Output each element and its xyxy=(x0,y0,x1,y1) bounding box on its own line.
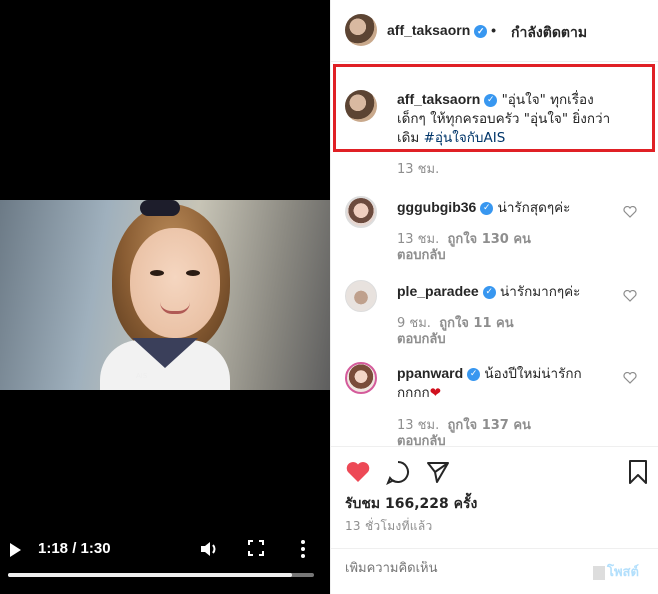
video-subject-bow xyxy=(140,200,180,216)
video-progress-bar[interactable] xyxy=(8,573,314,577)
avatar[interactable] xyxy=(345,362,377,394)
comment-icon[interactable] xyxy=(385,459,411,485)
avatar[interactable] xyxy=(345,14,377,46)
comment-body: น่ารักสุดๆค่ะ xyxy=(497,200,571,216)
hashtag-link[interactable]: #อุ่นใจกับAIS xyxy=(424,130,506,146)
save-bookmark-icon[interactable] xyxy=(625,459,651,485)
comment-likes[interactable]: ถูกใจ 130 คน xyxy=(447,232,530,247)
avatar[interactable] xyxy=(345,280,377,312)
comment-likes[interactable]: ถูกใจ 137 คน xyxy=(447,418,530,433)
comment-body: น่ารักมากๆค่ะ xyxy=(500,284,581,300)
avatar[interactable] xyxy=(345,196,377,228)
video-controls: 1:18 / 1:30 xyxy=(0,536,330,566)
post-header: aff_taksaorn ✓ • กำลังติดตาม xyxy=(331,0,658,62)
view-count[interactable]: รับชม 166,228 ครั้ง xyxy=(345,493,477,515)
username-text[interactable]: aff_taksaorn xyxy=(387,22,470,38)
comment-text: ple_paradee ✓ น่ารักมากๆค่ะ xyxy=(397,282,617,302)
caption-line-1: "อุ่นใจ" ทุกเรื่อง xyxy=(501,92,594,108)
comment-likes[interactable]: ถูกใจ 11 คน xyxy=(439,316,513,331)
video-subject-eye xyxy=(150,270,164,276)
video-progress-fill xyxy=(8,573,292,577)
comment-input[interactable] xyxy=(345,561,585,576)
emoji-icon[interactable] xyxy=(593,565,605,580)
comment-username[interactable]: ple_paradee xyxy=(397,283,479,299)
video-frame[interactable]: AIS xyxy=(0,200,330,390)
post-button-label: โพสต์ xyxy=(607,565,639,580)
post-side-panel: aff_taksaorn ✓ • กำลังติดตาม aff_taksaorn… xyxy=(330,0,658,594)
comment-text: gggubgib36 ✓ น่ารักสุดๆค่ะ xyxy=(397,198,617,218)
post-button[interactable]: โพสต์ xyxy=(593,561,639,582)
comment-username[interactable]: ppanward xyxy=(397,365,463,381)
video-subject-face xyxy=(130,228,220,338)
play-icon[interactable] xyxy=(10,543,21,557)
share-icon[interactable] xyxy=(425,459,451,485)
video-player[interactable]: AIS 1:18 / 1:30 xyxy=(0,0,330,594)
video-time: 1:18 / 1:30 xyxy=(38,540,111,557)
comment-username[interactable]: gggubgib36 xyxy=(397,199,476,215)
comment-text: ppanward ✓ น้องปีใหม่น่ารักก กกกก❤ xyxy=(397,364,617,403)
following-button[interactable]: กำลังติดตาม xyxy=(511,22,587,44)
caption-time: 13 ชม. xyxy=(397,162,440,177)
header-username[interactable]: aff_taksaorn ✓ • xyxy=(387,22,496,38)
verified-badge-icon: ✓ xyxy=(482,285,496,299)
comment-like-icon[interactable] xyxy=(623,290,637,302)
comment-like-icon[interactable] xyxy=(623,206,637,218)
reply-button[interactable]: ตอบกลับ xyxy=(397,328,446,349)
reply-button[interactable]: ตอบกลับ xyxy=(397,244,446,265)
add-comment-bar: โพสต์ xyxy=(331,548,658,594)
post-timestamp: 13 ชั่วโมงที่แล้ว xyxy=(345,519,433,533)
fullscreen-icon[interactable] xyxy=(248,540,264,556)
caption-line-2: เด็กๆ ให้ทุกครอบครัว "อุ่นใจ" ยิ่งกว่า xyxy=(397,111,611,127)
comment-like-icon[interactable] xyxy=(623,372,637,384)
separator-dot: • xyxy=(491,22,497,38)
red-heart-emoji-icon: ❤ xyxy=(429,385,442,401)
verified-badge-icon: ✓ xyxy=(484,93,498,107)
caption-line-3: เดิม xyxy=(397,130,424,146)
more-options-icon[interactable] xyxy=(300,540,306,558)
caption-text: aff_taksaorn ✓ "อุ่นใจ" ทุกเรื่อง เด็กๆ ใ… xyxy=(397,90,647,148)
like-heart-icon[interactable] xyxy=(345,459,371,485)
volume-icon[interactable] xyxy=(200,540,220,558)
comment-body: กกกก xyxy=(397,385,430,401)
verified-badge-icon: ✓ xyxy=(474,24,488,38)
verified-badge-icon: ✓ xyxy=(480,201,494,215)
caption-username[interactable]: aff_taksaorn xyxy=(397,91,480,107)
post-actions: รับชม 166,228 ครั้ง 13 ชั่วโมงที่แล้ว xyxy=(331,446,658,546)
video-subject-eye xyxy=(186,270,200,276)
verified-badge-icon: ✓ xyxy=(467,367,481,381)
video-watermark: AIS xyxy=(136,372,148,380)
comment-body: น้องปีใหม่น่ารักก xyxy=(484,366,582,382)
avatar[interactable] xyxy=(345,90,377,122)
